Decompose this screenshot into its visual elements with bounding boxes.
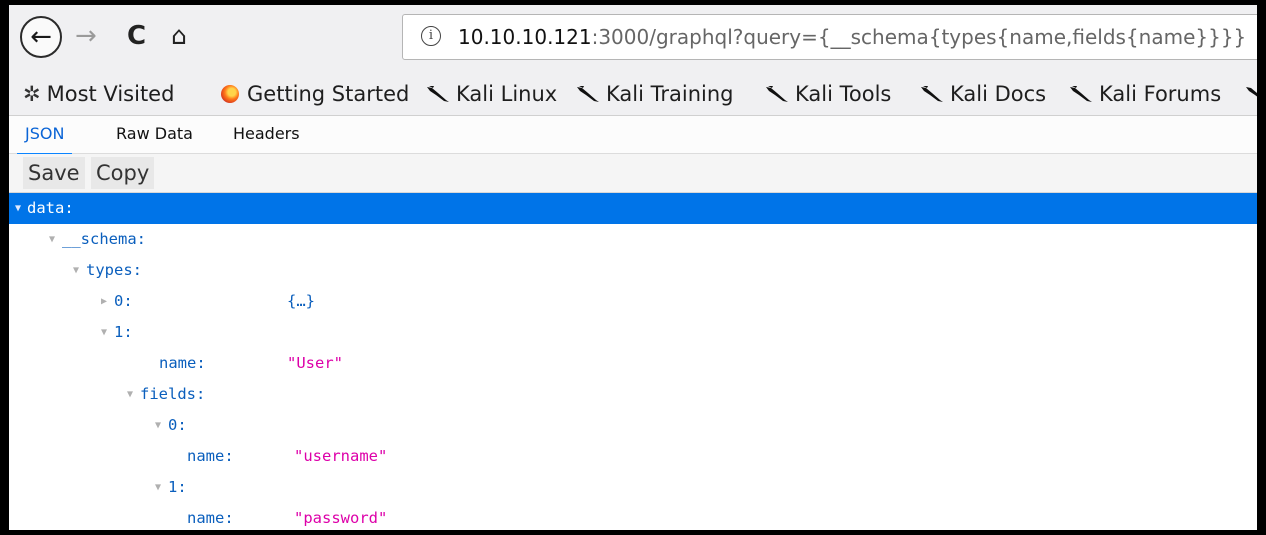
bookmark-kali-training[interactable]: Kali Training [576, 73, 733, 115]
kali-dragon-icon [1070, 86, 1092, 102]
expand-toggle-icon[interactable]: ▼ [155, 472, 161, 503]
kali-dragon-icon [921, 86, 943, 102]
tree-key: name: [159, 354, 206, 372]
firefox-icon [221, 85, 239, 103]
tree-value-string: "password" [294, 509, 388, 527]
tree-row-data[interactable]: ▼ data: [9, 193, 1257, 224]
tree-key: 1: [168, 478, 187, 496]
bookmarks-toolbar: ✲ Most Visited Getting Started Kali Linux… [9, 73, 1257, 116]
tree-row-name[interactable]: name: "User" [9, 348, 1257, 379]
bookmark-label: Most Visited [46, 82, 175, 106]
url-host: 10.10.10.121 [458, 25, 592, 49]
browser-window: ← → C ⌂ i 10.10.10.121:3000/graphql?quer… [9, 5, 1257, 530]
bookmark-kali-tools[interactable]: Kali Tools [765, 73, 891, 115]
tree-key: __schema: [62, 230, 146, 248]
tree-key: 0: [168, 416, 187, 434]
expand-toggle-icon[interactable]: ▼ [101, 317, 107, 348]
expand-toggle-icon[interactable]: ▼ [73, 255, 79, 286]
bookmark-most-visited[interactable]: ✲ Most Visited [23, 73, 174, 115]
bookmark-overflow[interactable] [1245, 73, 1257, 115]
expand-toggle-icon[interactable]: ▼ [127, 379, 133, 410]
tree-value-string: "username" [294, 447, 388, 465]
tree-row-schema[interactable]: ▼ __schema: [9, 224, 1257, 255]
tree-row-field-1[interactable]: ▼ 1: [9, 472, 1257, 503]
forward-button[interactable]: → [75, 19, 97, 53]
kali-dragon-icon [577, 86, 599, 102]
navigation-bar: ← → C ⌂ i 10.10.10.121:3000/graphql?quer… [9, 5, 1257, 73]
tree-key: data: [27, 199, 74, 217]
url-path: :3000/graphql?query={__schema{types{name… [591, 25, 1247, 49]
tree-value-string: "User" [287, 354, 343, 372]
tree-key: 0: [114, 292, 133, 310]
viewer-tabs: JSON Raw Data Headers [9, 116, 1257, 155]
tree-row-fields[interactable]: ▼ fields: [9, 379, 1257, 410]
save-button[interactable]: Save [23, 157, 85, 189]
expand-toggle-icon[interactable]: ▼ [49, 224, 55, 255]
tree-row-field-1-name[interactable]: name: "password" [9, 503, 1257, 530]
tab-raw-data[interactable]: Raw Data [116, 116, 193, 153]
url-text[interactable]: 10.10.10.121:3000/graphql?query={__schem… [458, 15, 1246, 59]
info-icon[interactable]: i [421, 26, 441, 46]
bookmark-label: Getting Started [247, 82, 410, 106]
expand-toggle-icon[interactable]: ▼ [155, 410, 161, 441]
url-bar[interactable]: i 10.10.10.121:3000/graphql?query={__sch… [402, 14, 1257, 60]
reload-button[interactable]: C [127, 19, 146, 53]
copy-button[interactable]: Copy [91, 157, 155, 189]
bookmark-label: Kali Forums [1099, 82, 1222, 106]
tree-row-type-0[interactable]: ▶ 0: {…} [9, 286, 1257, 317]
bookmark-label: Kali Tools [795, 82, 892, 106]
home-icon: ⌂ [171, 21, 187, 50]
tree-row-field-0-name[interactable]: name: "username" [9, 441, 1257, 472]
home-button[interactable]: ⌂ [171, 19, 187, 53]
reload-icon: C [127, 21, 147, 51]
forward-arrow-icon: → [75, 21, 97, 51]
kali-dragon-icon [1246, 87, 1257, 97]
back-arrow-icon: ← [30, 22, 52, 52]
tree-key: 1: [114, 323, 133, 341]
tree-row-field-0[interactable]: ▼ 0: [9, 410, 1257, 441]
kali-dragon-icon [766, 86, 788, 102]
tree-value-collapsed[interactable]: {…} [287, 286, 315, 317]
tree-row-types[interactable]: ▼ types: [9, 255, 1257, 286]
json-toolbar: Save Copy [9, 154, 1257, 193]
bookmark-label: Kali Linux [456, 82, 558, 106]
bookmark-kali-linux[interactable]: Kali Linux [426, 73, 557, 115]
tree-row-type-1[interactable]: ▼ 1: [9, 317, 1257, 348]
bookmark-kali-docs[interactable]: Kali Docs [920, 73, 1046, 115]
collapsed-toggle-icon[interactable]: ▶ [101, 286, 107, 317]
tree-key: name: [187, 509, 234, 527]
expand-toggle-icon[interactable]: ▼ [15, 193, 21, 224]
bookmark-kali-forums[interactable]: Kali Forums [1069, 73, 1221, 115]
tab-headers[interactable]: Headers [233, 116, 300, 153]
bookmark-label: Kali Docs [950, 82, 1047, 106]
tree-key: name: [187, 447, 234, 465]
bookmark-getting-started[interactable]: Getting Started [221, 73, 409, 115]
back-button[interactable]: ← [20, 16, 62, 58]
tab-json[interactable]: JSON [17, 116, 73, 155]
bookmark-label: Kali Training [606, 82, 734, 106]
tree-key: fields: [140, 385, 206, 403]
kali-dragon-icon [427, 86, 449, 102]
gear-icon: ✲ [23, 82, 41, 106]
tree-key: types: [86, 261, 142, 279]
